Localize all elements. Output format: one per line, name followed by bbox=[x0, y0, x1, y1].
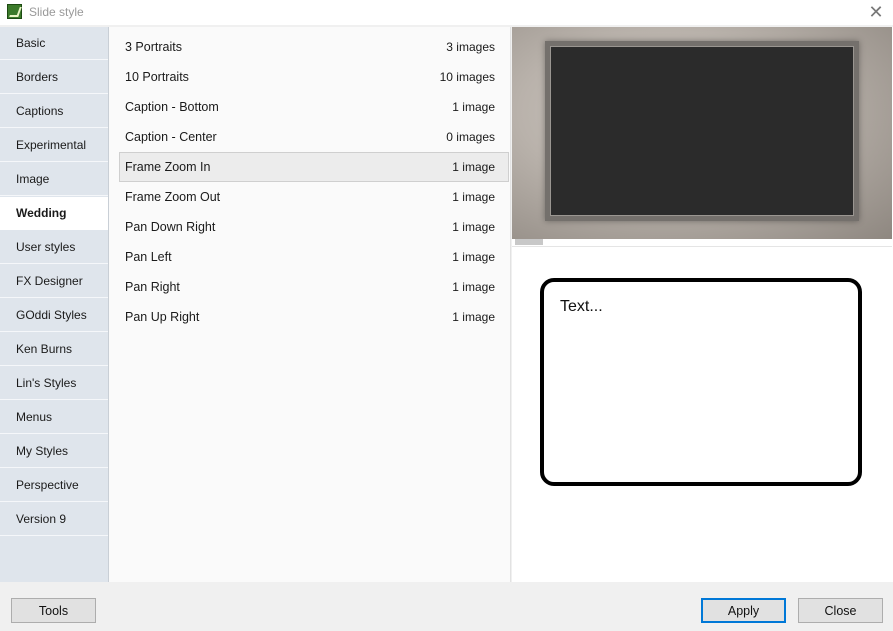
apply-button[interactable]: Apply bbox=[701, 598, 786, 623]
preview-panel: Text... bbox=[512, 27, 893, 582]
sidebar-item-fx-designer[interactable]: FX Designer bbox=[0, 265, 108, 298]
sidebar-item-wedding[interactable]: Wedding bbox=[0, 197, 108, 230]
list-item[interactable]: 10 Portraits 10 images bbox=[119, 62, 509, 92]
image-count: 1 image bbox=[452, 190, 495, 204]
sidebar-item-image[interactable]: Image bbox=[0, 163, 108, 196]
image-count: 1 image bbox=[452, 250, 495, 264]
style-name: Pan Up Right bbox=[125, 310, 200, 324]
image-count: 1 image bbox=[452, 160, 495, 174]
image-count: 1 image bbox=[452, 100, 495, 114]
image-count: 0 images bbox=[446, 130, 495, 144]
sidebar-item-goddi-styles[interactable]: GOddi Styles bbox=[0, 299, 108, 332]
style-name: Frame Zoom Out bbox=[125, 190, 221, 204]
list-item[interactable]: Caption - Center 0 images bbox=[119, 122, 509, 152]
window-title: Slide style bbox=[29, 5, 84, 19]
sidebar-item-borders[interactable]: Borders bbox=[0, 61, 108, 94]
sidebar-item-version-9[interactable]: Version 9 bbox=[0, 503, 108, 536]
list-item[interactable]: Pan Right 1 image bbox=[119, 272, 509, 302]
image-count: 3 images bbox=[446, 40, 495, 54]
image-count: 1 image bbox=[452, 310, 495, 324]
sidebar-item-experimental[interactable]: Experimental bbox=[0, 129, 108, 162]
category-sidebar: Basic Borders Captions Experimental Imag… bbox=[0, 27, 109, 582]
divider bbox=[512, 246, 892, 247]
list-item[interactable]: Pan Down Right 1 image bbox=[119, 212, 509, 242]
sidebar-item-menus[interactable]: Menus bbox=[0, 401, 108, 434]
list-item[interactable]: Pan Up Right 1 image bbox=[119, 302, 509, 332]
list-item[interactable]: 3 Portraits 3 images bbox=[119, 32, 509, 62]
list-item[interactable]: Pan Left 1 image bbox=[119, 242, 509, 272]
frame-placeholder bbox=[550, 46, 854, 216]
preview-scrollbar-thumb[interactable] bbox=[515, 239, 543, 245]
image-count: 1 image bbox=[452, 220, 495, 234]
sidebar-item-perspective[interactable]: Perspective bbox=[0, 469, 108, 502]
sidebar-item-user-styles[interactable]: User styles bbox=[0, 231, 108, 264]
image-count: 1 image bbox=[452, 280, 495, 294]
image-count: 10 images bbox=[439, 70, 495, 84]
sidebar-item-my-styles[interactable]: My Styles bbox=[0, 435, 108, 468]
style-name: Caption - Center bbox=[125, 130, 217, 144]
close-button[interactable]: Close bbox=[798, 598, 883, 623]
style-name: 3 Portraits bbox=[125, 40, 182, 54]
style-name: Frame Zoom In bbox=[125, 160, 211, 174]
list-item[interactable]: Frame Zoom Out 1 image bbox=[119, 182, 509, 212]
styles-list: 3 Portraits 3 images 10 Portraits 10 ima… bbox=[109, 27, 511, 582]
slide-preview-image bbox=[512, 27, 892, 239]
button-bar: Tools Apply Close bbox=[0, 582, 893, 631]
close-icon[interactable]: ✕ bbox=[865, 1, 887, 23]
style-name: Pan Right bbox=[125, 280, 180, 294]
app-icon bbox=[7, 4, 22, 19]
style-name: Caption - Bottom bbox=[125, 100, 219, 114]
sidebar-item-basic[interactable]: Basic bbox=[0, 27, 108, 60]
title-bar: Slide style ✕ bbox=[0, 0, 893, 25]
sidebar-item-ken-burns[interactable]: Ken Burns bbox=[0, 333, 108, 366]
style-name: Pan Left bbox=[125, 250, 172, 264]
sidebar-item-lins-styles[interactable]: Lin's Styles bbox=[0, 367, 108, 400]
sidebar-item-captions[interactable]: Captions bbox=[0, 95, 108, 128]
tools-button[interactable]: Tools bbox=[11, 598, 96, 623]
caption-preview-box: Text... bbox=[540, 278, 862, 486]
caption-text: Text... bbox=[560, 298, 603, 315]
style-name: 10 Portraits bbox=[125, 70, 189, 84]
list-item[interactable]: Caption - Bottom 1 image bbox=[119, 92, 509, 122]
style-name: Pan Down Right bbox=[125, 220, 216, 234]
photo-frame bbox=[545, 41, 859, 221]
list-item-selected[interactable]: Frame Zoom In 1 image bbox=[119, 152, 509, 182]
